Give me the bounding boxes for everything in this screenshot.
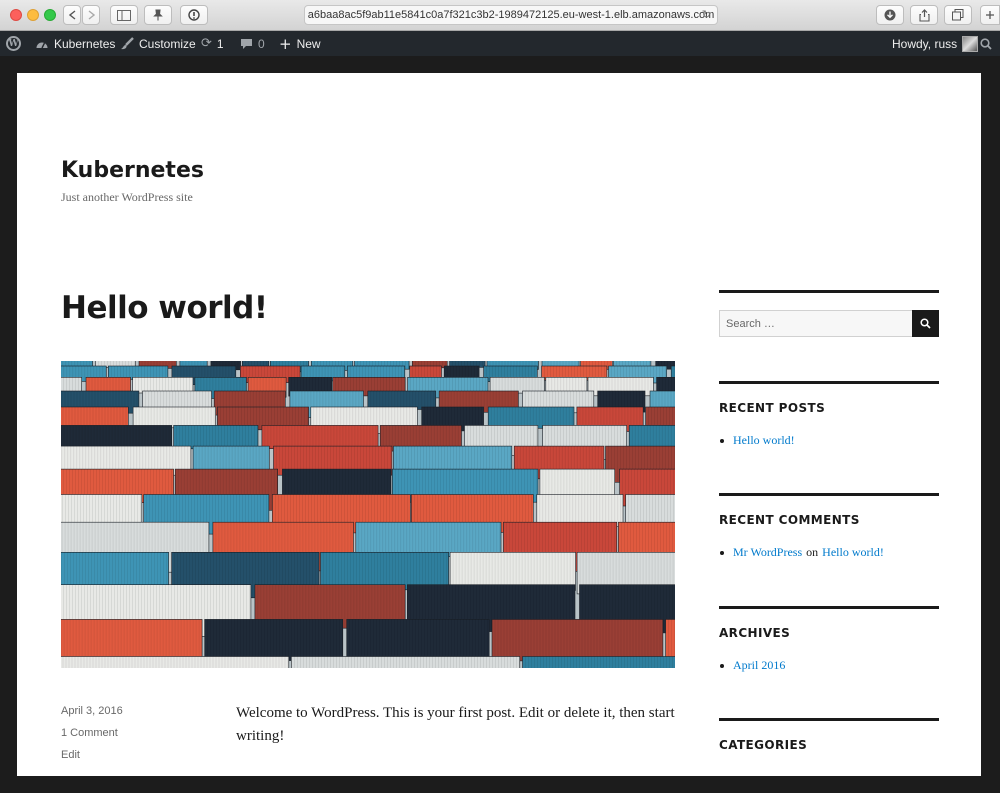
new-label: New xyxy=(296,36,321,51)
info-circle-icon xyxy=(188,9,200,21)
new-tab-button[interactable] xyxy=(980,5,1000,25)
comments-link[interactable]: 0 xyxy=(240,31,265,56)
archives-title: ARCHIVES xyxy=(719,626,791,640)
plus-icon xyxy=(986,11,994,19)
download-icon xyxy=(884,9,896,21)
widget-divider xyxy=(719,290,939,293)
post-comments-link[interactable]: 1 Comment xyxy=(61,727,118,739)
new-content-menu[interactable]: + New xyxy=(279,31,321,56)
sidebar-toggle-button[interactable] xyxy=(110,5,138,25)
forward-button[interactable] xyxy=(82,5,100,25)
widget-divider xyxy=(719,381,939,384)
list-item: April 2016 xyxy=(719,658,785,673)
minimize-window-button[interactable] xyxy=(27,9,39,21)
post-date[interactable]: April 3, 2016 xyxy=(61,705,123,717)
recent-comments-title: RECENT COMMENTS xyxy=(719,513,860,527)
search-placeholder: Search … xyxy=(726,317,775,330)
sidebar-icon xyxy=(117,9,131,21)
share-button[interactable] xyxy=(910,5,938,25)
url-text: a6baa8ac5f9ab11e5841c0a7f321c3b2-1989472… xyxy=(307,9,715,21)
pin-icon xyxy=(153,9,163,21)
maximize-window-button[interactable] xyxy=(44,9,56,21)
brush-icon xyxy=(121,37,134,50)
avatar xyxy=(962,35,979,52)
address-bar[interactable]: a6baa8ac5f9ab11e5841c0a7f321c3b2-1989472… xyxy=(304,5,718,25)
howdy-label: Howdy, russ xyxy=(892,36,958,51)
search-input[interactable]: Search … xyxy=(719,310,912,337)
updates-count: 1 xyxy=(216,36,224,51)
widget-divider xyxy=(719,493,939,496)
site-title[interactable]: Kubernetes xyxy=(61,158,204,183)
updates-link[interactable]: ⟳ 1 xyxy=(201,31,224,56)
refresh-icon: ⟳ xyxy=(201,36,212,51)
site-name-menu[interactable]: Kubernetes xyxy=(35,31,115,56)
chevron-right-icon xyxy=(88,10,95,20)
recent-posts-title: RECENT POSTS xyxy=(719,401,826,415)
site-page: Kubernetes Just another WordPress site H… xyxy=(17,73,981,776)
privacy-report-button[interactable] xyxy=(180,5,208,25)
site-name-label: Kubernetes xyxy=(54,36,116,51)
customize-label: Customize xyxy=(139,36,196,51)
post-edit-link[interactable]: Edit xyxy=(61,749,80,761)
admin-search-button[interactable] xyxy=(980,31,992,56)
bullet xyxy=(720,663,724,668)
search-submit-button[interactable] xyxy=(912,310,939,337)
site-description: Just another WordPress site xyxy=(61,190,193,204)
widget-divider xyxy=(719,718,939,721)
wp-admin-bar: W Kubernetes Customize ⟳ 1 0 + New Howdy… xyxy=(0,31,1000,56)
comment-author-link[interactable]: Mr WordPress xyxy=(733,545,802,560)
post-content: Welcome to WordPress. This is your first… xyxy=(236,705,675,744)
pin-button[interactable] xyxy=(144,5,172,25)
browser-toolbar: a6baa8ac5f9ab11e5841c0a7f321c3b2-1989472… xyxy=(0,0,1000,31)
bullet xyxy=(720,550,724,555)
comments-count: 0 xyxy=(258,36,265,51)
categories-title: CATEGORIES xyxy=(719,738,808,752)
post-featured-image[interactable] xyxy=(61,361,675,668)
search-icon xyxy=(980,37,992,50)
tabs-icon xyxy=(952,9,964,21)
chevron-left-icon xyxy=(68,10,75,20)
my-account-menu[interactable]: Howdy, russ xyxy=(892,31,979,56)
list-item: Hello world! xyxy=(719,433,795,448)
comment-post-link[interactable]: Hello world! xyxy=(822,545,884,560)
bullet xyxy=(720,438,724,443)
search-icon xyxy=(920,318,931,329)
downloads-button[interactable] xyxy=(876,5,904,25)
share-icon xyxy=(918,8,930,22)
wordpress-logo-icon: W xyxy=(6,36,21,51)
close-window-button[interactable] xyxy=(10,9,22,21)
recent-post-link[interactable]: Hello world! xyxy=(733,433,795,448)
comment-on-text: on xyxy=(806,545,819,559)
plus-icon: + xyxy=(279,34,292,53)
archive-link[interactable]: April 2016 xyxy=(733,658,785,673)
tabs-overview-button[interactable] xyxy=(944,5,972,25)
shipping-containers-image xyxy=(61,361,675,668)
dashboard-icon xyxy=(36,42,48,48)
widget-divider xyxy=(719,606,939,609)
reload-icon[interactable]: ↻ xyxy=(702,8,711,21)
list-item: Mr WordPress on Hello world! xyxy=(719,545,884,560)
wp-logo-menu[interactable]: W xyxy=(6,31,21,56)
comment-bubble-icon xyxy=(241,38,252,49)
post-title[interactable]: Hello world! xyxy=(61,290,268,326)
back-button[interactable] xyxy=(63,5,81,25)
customize-link[interactable]: Customize xyxy=(120,31,196,56)
